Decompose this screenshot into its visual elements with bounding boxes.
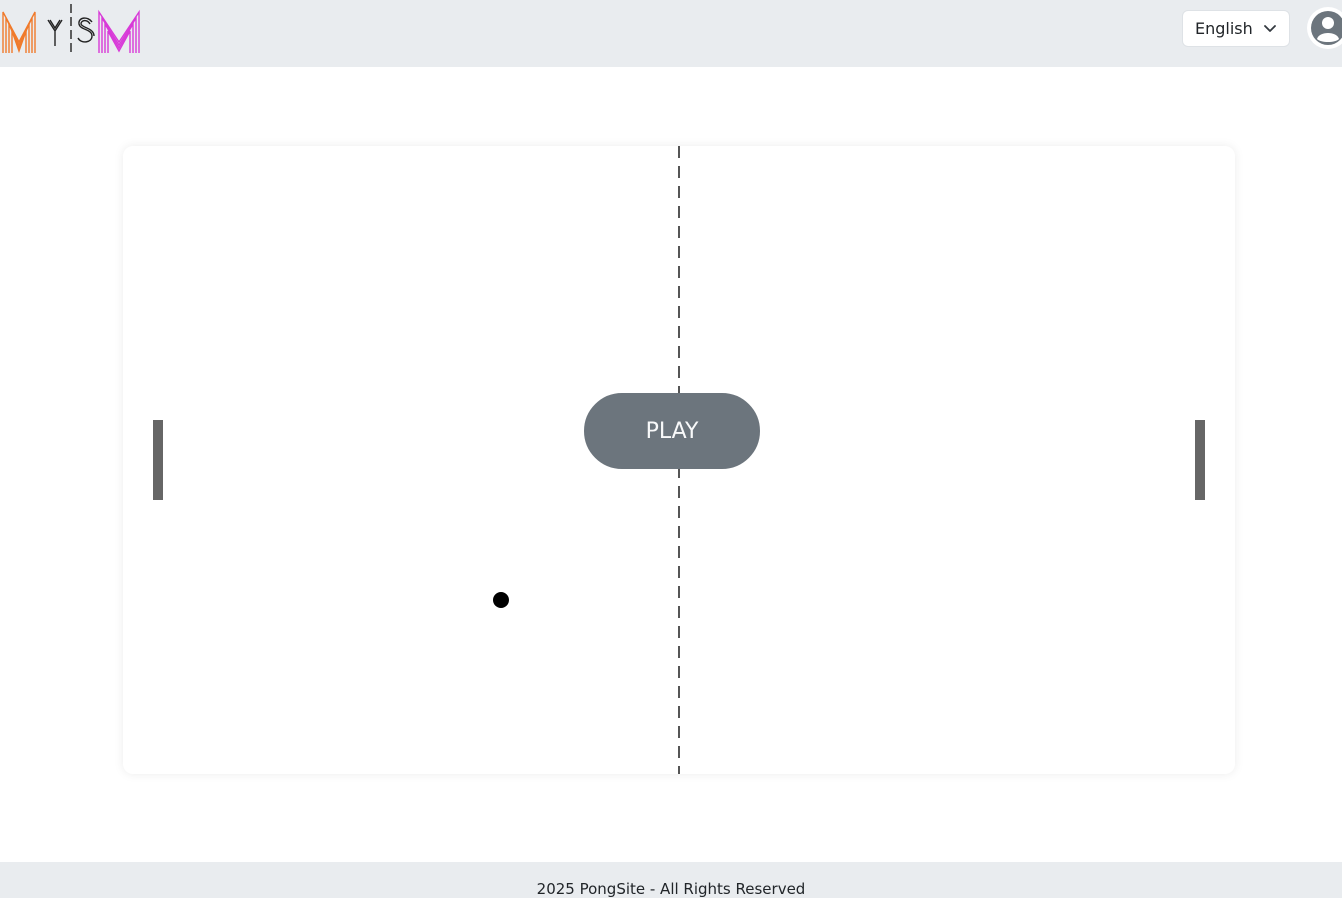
user-avatar-button[interactable] xyxy=(1307,7,1342,49)
chevron-down-icon xyxy=(1264,25,1276,32)
pong-game-board[interactable]: PLAY xyxy=(123,146,1235,774)
right-paddle xyxy=(1195,420,1205,500)
user-icon xyxy=(1311,11,1342,45)
language-select[interactable]: English xyxy=(1182,10,1290,47)
language-selected-value: English xyxy=(1195,19,1253,38)
pong-ball xyxy=(493,592,509,608)
logo-graphic xyxy=(2,4,140,54)
navbar: English xyxy=(0,0,1342,67)
site-logo[interactable] xyxy=(2,4,142,54)
footer-copyright-text: 2025 PongSite - All Rights Reserved xyxy=(536,880,806,898)
left-paddle xyxy=(153,420,163,500)
play-button[interactable]: PLAY xyxy=(584,393,760,469)
footer: 2025 PongSite - All Rights Reserved xyxy=(0,862,1342,898)
